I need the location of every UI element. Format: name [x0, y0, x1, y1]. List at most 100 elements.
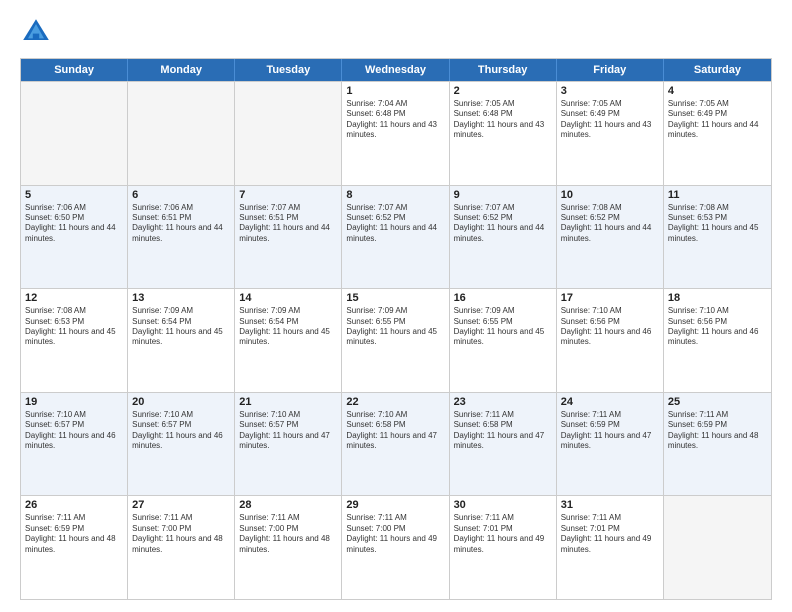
day-number: 6	[132, 189, 230, 201]
day-number: 5	[25, 189, 123, 201]
cell-info: Sunrise: 7:11 AM Sunset: 7:00 PM Dayligh…	[239, 513, 337, 555]
cell-info: Sunrise: 7:10 AM Sunset: 6:58 PM Dayligh…	[346, 410, 444, 452]
day-number: 18	[668, 292, 767, 304]
day-number: 4	[668, 85, 767, 97]
empty-cell	[128, 82, 235, 185]
day-number: 21	[239, 396, 337, 408]
cell-info: Sunrise: 7:11 AM Sunset: 7:00 PM Dayligh…	[132, 513, 230, 555]
day-number: 19	[25, 396, 123, 408]
day-cell-21: 21 Sunrise: 7:10 AM Sunset: 6:57 PM Dayli…	[235, 393, 342, 496]
day-cell-17: 17 Sunrise: 7:10 AM Sunset: 6:56 PM Dayli…	[557, 289, 664, 392]
cell-info: Sunrise: 7:11 AM Sunset: 7:00 PM Dayligh…	[346, 513, 444, 555]
cell-info: Sunrise: 7:10 AM Sunset: 6:56 PM Dayligh…	[668, 306, 767, 348]
empty-cell	[664, 496, 771, 599]
day-cell-5: 5 Sunrise: 7:06 AM Sunset: 6:50 PM Daylig…	[21, 186, 128, 289]
empty-cell	[235, 82, 342, 185]
day-number: 31	[561, 499, 659, 511]
header-cell-sunday: Sunday	[21, 59, 128, 81]
cell-info: Sunrise: 7:11 AM Sunset: 6:59 PM Dayligh…	[25, 513, 123, 555]
day-number: 15	[346, 292, 444, 304]
day-number: 16	[454, 292, 552, 304]
cell-info: Sunrise: 7:11 AM Sunset: 6:59 PM Dayligh…	[561, 410, 659, 452]
day-cell-20: 20 Sunrise: 7:10 AM Sunset: 6:57 PM Dayli…	[128, 393, 235, 496]
day-number: 12	[25, 292, 123, 304]
day-cell-7: 7 Sunrise: 7:07 AM Sunset: 6:51 PM Daylig…	[235, 186, 342, 289]
cell-info: Sunrise: 7:09 AM Sunset: 6:54 PM Dayligh…	[239, 306, 337, 348]
cell-info: Sunrise: 7:10 AM Sunset: 6:57 PM Dayligh…	[132, 410, 230, 452]
calendar-row-5: 26 Sunrise: 7:11 AM Sunset: 6:59 PM Dayli…	[21, 495, 771, 599]
day-cell-11: 11Sunrise: 7:08 AM Sunset: 6:53 PM Dayli…	[664, 186, 771, 289]
header-cell-monday: Monday	[128, 59, 235, 81]
header-cell-thursday: Thursday	[450, 59, 557, 81]
day-cell-2: 2Sunrise: 7:05 AM Sunset: 6:48 PM Daylig…	[450, 82, 557, 185]
day-number: 3	[561, 85, 659, 97]
cell-info: Sunrise: 7:05 AM Sunset: 6:49 PM Dayligh…	[668, 99, 767, 141]
day-cell-3: 3 Sunrise: 7:05 AM Sunset: 6:49 PM Daylig…	[557, 82, 664, 185]
header	[20, 16, 772, 48]
day-number: 20	[132, 396, 230, 408]
day-cell-30: 30 Sunrise: 7:11 AM Sunset: 7:01 PM Dayli…	[450, 496, 557, 599]
cell-info: Sunrise: 7:09 AM Sunset: 6:55 PM Dayligh…	[454, 306, 552, 348]
calendar: SundayMondayTuesdayWednesdayThursdayFrid…	[20, 58, 772, 600]
day-cell-25: 25Sunrise: 7:11 AM Sunset: 6:59 PM Dayli…	[664, 393, 771, 496]
day-number: 1	[346, 85, 444, 97]
day-number: 22	[346, 396, 444, 408]
day-cell-28: 28 Sunrise: 7:11 AM Sunset: 7:00 PM Dayli…	[235, 496, 342, 599]
day-number: 27	[132, 499, 230, 511]
day-cell-18: 18 Sunrise: 7:10 AM Sunset: 6:56 PM Dayli…	[664, 289, 771, 392]
cell-info: Sunrise: 7:07 AM Sunset: 6:51 PM Dayligh…	[239, 203, 337, 245]
calendar-row-4: 19 Sunrise: 7:10 AM Sunset: 6:57 PM Dayli…	[21, 392, 771, 496]
day-cell-16: 16 Sunrise: 7:09 AM Sunset: 6:55 PM Dayli…	[450, 289, 557, 392]
cell-info: Sunrise: 7:07 AM Sunset: 6:52 PM Dayligh…	[454, 203, 552, 245]
day-number: 28	[239, 499, 337, 511]
day-number: 2	[454, 85, 552, 97]
logo	[20, 16, 56, 48]
header-cell-wednesday: Wednesday	[342, 59, 449, 81]
day-number: 29	[346, 499, 444, 511]
cell-info: Sunrise: 7:11 AM Sunset: 6:58 PM Dayligh…	[454, 410, 552, 452]
cell-info: Sunrise: 7:10 AM Sunset: 6:57 PM Dayligh…	[239, 410, 337, 452]
day-cell-6: 6 Sunrise: 7:06 AM Sunset: 6:51 PM Daylig…	[128, 186, 235, 289]
calendar-row-1: 1 Sunrise: 7:04 AM Sunset: 6:48 PM Daylig…	[21, 81, 771, 185]
day-cell-31: 31 Sunrise: 7:11 AM Sunset: 7:01 PM Dayli…	[557, 496, 664, 599]
cell-info: Sunrise: 7:08 AM Sunset: 6:52 PM Dayligh…	[561, 203, 659, 245]
day-cell-15: 15Sunrise: 7:09 AM Sunset: 6:55 PM Dayli…	[342, 289, 449, 392]
day-cell-24: 24 Sunrise: 7:11 AM Sunset: 6:59 PM Dayli…	[557, 393, 664, 496]
day-cell-1: 1 Sunrise: 7:04 AM Sunset: 6:48 PM Daylig…	[342, 82, 449, 185]
day-cell-12: 12 Sunrise: 7:08 AM Sunset: 6:53 PM Dayli…	[21, 289, 128, 392]
day-number: 13	[132, 292, 230, 304]
cell-info: Sunrise: 7:11 AM Sunset: 7:01 PM Dayligh…	[454, 513, 552, 555]
day-number: 30	[454, 499, 552, 511]
day-number: 10	[561, 189, 659, 201]
day-number: 9	[454, 189, 552, 201]
day-number: 7	[239, 189, 337, 201]
day-cell-19: 19 Sunrise: 7:10 AM Sunset: 6:57 PM Dayli…	[21, 393, 128, 496]
day-number: 26	[25, 499, 123, 511]
day-cell-27: 27 Sunrise: 7:11 AM Sunset: 7:00 PM Dayli…	[128, 496, 235, 599]
header-cell-friday: Friday	[557, 59, 664, 81]
day-cell-29: 29 Sunrise: 7:11 AM Sunset: 7:00 PM Dayli…	[342, 496, 449, 599]
cell-info: Sunrise: 7:10 AM Sunset: 6:57 PM Dayligh…	[25, 410, 123, 452]
cell-info: Sunrise: 7:06 AM Sunset: 6:50 PM Dayligh…	[25, 203, 123, 245]
cell-info: Sunrise: 7:10 AM Sunset: 6:56 PM Dayligh…	[561, 306, 659, 348]
day-cell-26: 26 Sunrise: 7:11 AM Sunset: 6:59 PM Dayli…	[21, 496, 128, 599]
cell-info: Sunrise: 7:11 AM Sunset: 7:01 PM Dayligh…	[561, 513, 659, 555]
day-number: 24	[561, 396, 659, 408]
cell-info: Sunrise: 7:09 AM Sunset: 6:54 PM Dayligh…	[132, 306, 230, 348]
day-cell-4: 4 Sunrise: 7:05 AM Sunset: 6:49 PM Daylig…	[664, 82, 771, 185]
header-cell-saturday: Saturday	[664, 59, 771, 81]
cell-info: Sunrise: 7:04 AM Sunset: 6:48 PM Dayligh…	[346, 99, 444, 141]
day-number: 23	[454, 396, 552, 408]
day-number: 25	[668, 396, 767, 408]
empty-cell	[21, 82, 128, 185]
cell-info: Sunrise: 7:05 AM Sunset: 6:49 PM Dayligh…	[561, 99, 659, 141]
cell-info: Sunrise: 7:08 AM Sunset: 6:53 PM Dayligh…	[25, 306, 123, 348]
day-cell-23: 23 Sunrise: 7:11 AM Sunset: 6:58 PM Dayli…	[450, 393, 557, 496]
day-number: 17	[561, 292, 659, 304]
cell-info: Sunrise: 7:06 AM Sunset: 6:51 PM Dayligh…	[132, 203, 230, 245]
calendar-row-2: 5 Sunrise: 7:06 AM Sunset: 6:50 PM Daylig…	[21, 185, 771, 289]
day-cell-9: 9 Sunrise: 7:07 AM Sunset: 6:52 PM Daylig…	[450, 186, 557, 289]
cell-info: Sunrise: 7:08 AM Sunset: 6:53 PM Dayligh…	[668, 203, 767, 245]
day-cell-22: 22 Sunrise: 7:10 AM Sunset: 6:58 PM Dayli…	[342, 393, 449, 496]
day-number: 14	[239, 292, 337, 304]
